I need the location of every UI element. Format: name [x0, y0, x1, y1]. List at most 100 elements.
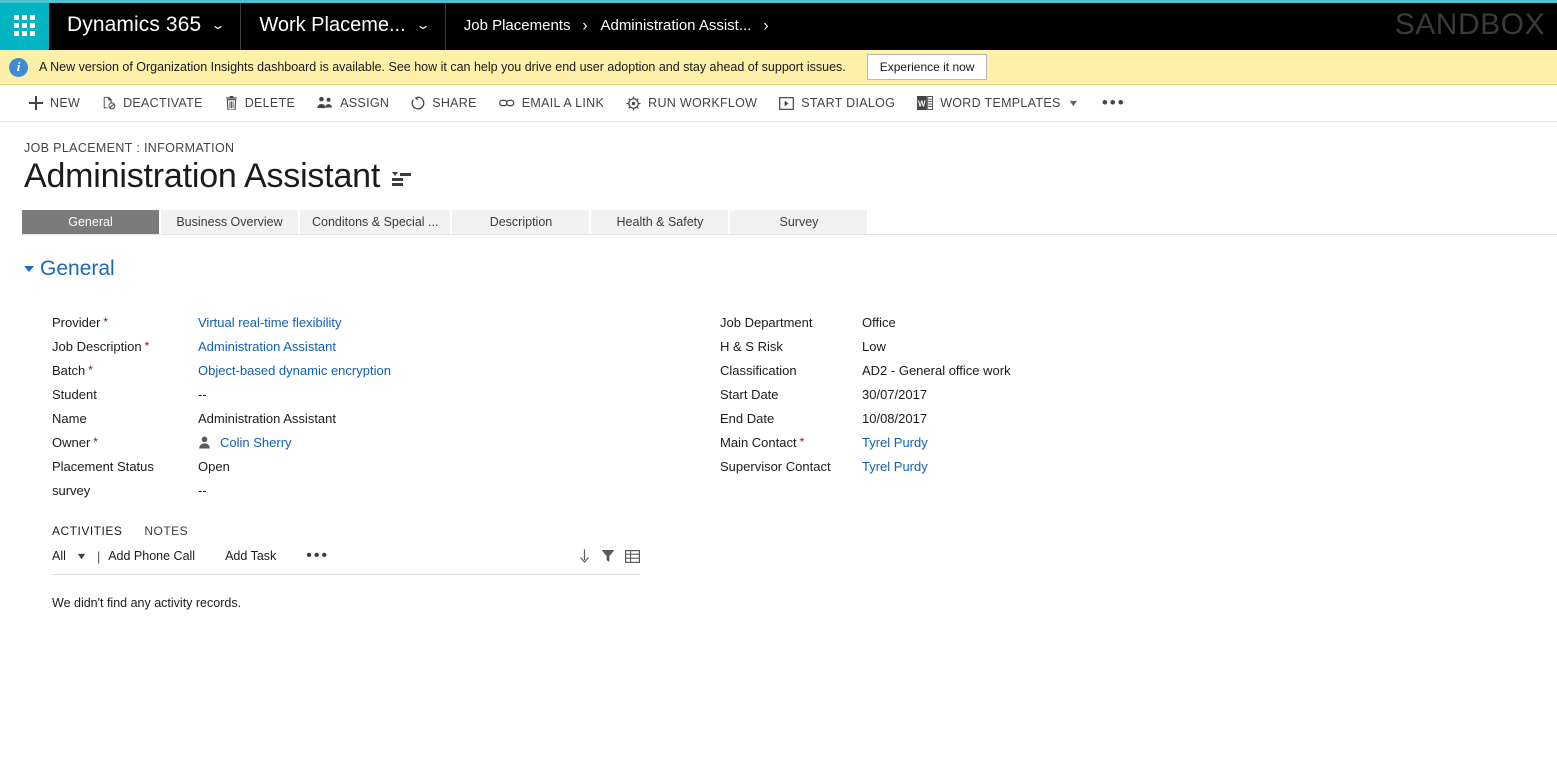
field-provider: Provider* Virtual real-time flexibility: [52, 310, 700, 334]
grid-view-icon[interactable]: [625, 550, 640, 563]
form-column-right: Job Department Office H & S Risk Low Cla…: [700, 310, 1400, 502]
info-icon: i: [9, 58, 28, 77]
sort-down-icon[interactable]: [578, 549, 591, 563]
field-owner-value[interactable]: Colin Sherry: [220, 435, 292, 450]
tab-activities[interactable]: ACTIVITIES: [52, 524, 122, 538]
start-dialog-button-label: START DIALOG: [801, 96, 895, 110]
field-placement-status-value[interactable]: Open: [198, 459, 230, 474]
title-row: Administration Assistant: [24, 158, 1557, 195]
brand-dynamics365[interactable]: Dynamics 365 ⌄: [49, 0, 241, 50]
activities-overflow-button[interactable]: •••: [306, 547, 329, 565]
start-dialog-button[interactable]: START DIALOG: [768, 85, 906, 121]
notification-bar: i A New version of Organization Insights…: [0, 50, 1557, 85]
field-end-date-value[interactable]: 10/08/2017: [862, 411, 927, 426]
field-supervisor-contact: Supervisor Contact Tyrel Purdy: [720, 454, 1400, 478]
field-job-department-label: Job Department: [720, 315, 862, 330]
field-owner-value-wrap: Colin Sherry: [198, 435, 292, 450]
field-student: Student --: [52, 382, 700, 406]
field-owner-label: Owner*: [52, 435, 198, 450]
share-button[interactable]: SHARE: [400, 85, 488, 121]
field-survey-value[interactable]: --: [198, 483, 207, 498]
required-asterisk: *: [800, 436, 805, 448]
assign-button[interactable]: ASSIGN: [306, 85, 400, 121]
form-body: Provider* Virtual real-time flexibility …: [0, 310, 1557, 502]
activities-toolbar: All ▼ | Add Phone Call Add Task •••: [52, 547, 640, 575]
field-batch-label: Batch*: [52, 363, 198, 378]
deactivate-icon: [102, 96, 116, 110]
delete-button[interactable]: DELETE: [214, 85, 306, 121]
tab-health-safety[interactable]: Health & Safety: [591, 210, 730, 234]
record-type-label: JOB PLACEMENT : INFORMATION: [24, 141, 1557, 155]
breadcrumb-item-record[interactable]: Administration Assist...: [600, 17, 751, 34]
topbar-accent-stripe: [0, 0, 1557, 3]
activities-filter-dropdown[interactable]: All ▼: [52, 549, 86, 563]
field-hs-risk-value[interactable]: Low: [862, 339, 886, 354]
field-owner: Owner* Colin Sherry: [52, 430, 700, 454]
environment-watermark: SANDBOX: [1395, 8, 1545, 42]
form-selector-row-bottom: [392, 183, 403, 186]
field-student-value[interactable]: --: [198, 387, 207, 402]
form-column-left: Provider* Virtual real-time flexibility …: [0, 310, 700, 502]
field-main-contact-label: Main Contact*: [720, 435, 862, 450]
email-a-link-button-label: EMAIL A LINK: [522, 96, 604, 110]
required-asterisk: *: [88, 364, 93, 376]
word-templates-button[interactable]: W WORD TEMPLATES ▼: [906, 85, 1089, 121]
activities-toolbar-right: [578, 549, 640, 563]
field-start-date-value[interactable]: 30/07/2017: [862, 387, 927, 402]
field-supervisor-contact-value[interactable]: Tyrel Purdy: [862, 459, 928, 474]
field-job-description-value[interactable]: Administration Assistant: [198, 339, 336, 354]
tab-general[interactable]: General: [22, 210, 161, 234]
deactivate-button[interactable]: DEACTIVATE: [91, 85, 214, 121]
form-tab-strip: General Business Overview Conditons & Sp…: [22, 210, 1557, 235]
experience-it-now-button[interactable]: Experience it now: [867, 54, 988, 80]
activities-filter-value: All: [52, 549, 66, 563]
brand-label: Dynamics 365: [67, 13, 201, 37]
run-workflow-button[interactable]: RUN WORKFLOW: [615, 85, 768, 121]
command-bar: NEW DEACTIVATE DELETE: [0, 85, 1557, 122]
filter-funnel-icon[interactable]: [601, 549, 615, 563]
field-job-department-value[interactable]: Office: [862, 315, 896, 330]
link-icon: [499, 97, 515, 109]
trash-icon: [225, 96, 238, 110]
add-task-button[interactable]: Add Task: [225, 549, 276, 563]
section-header-general[interactable]: General: [24, 257, 1557, 281]
chevron-down-icon: ⌄: [415, 19, 430, 31]
field-end-date: End Date 10/08/2017: [720, 406, 1400, 430]
chevron-down-icon: ▼: [75, 551, 87, 561]
person-icon: [198, 436, 211, 449]
app-selector[interactable]: Work Placeme... ⌄: [241, 0, 445, 50]
breadcrumb: Job Placements › Administration Assist..…: [446, 0, 800, 50]
field-main-contact: Main Contact* Tyrel Purdy: [720, 430, 1400, 454]
field-start-date: Start Date 30/07/2017: [720, 382, 1400, 406]
play-icon: [779, 97, 794, 110]
share-button-label: SHARE: [432, 96, 477, 110]
field-survey: survey --: [52, 478, 700, 502]
chevron-down-icon: ⌄: [211, 19, 226, 31]
field-name-value[interactable]: Administration Assistant: [198, 411, 336, 426]
field-survey-label: survey: [52, 483, 198, 498]
tab-description[interactable]: Description: [452, 210, 591, 234]
command-bar-overflow-button[interactable]: •••: [1089, 93, 1139, 113]
breadcrumb-item-job-placements[interactable]: Job Placements: [464, 17, 571, 34]
add-phone-call-button[interactable]: Add Phone Call: [108, 549, 195, 563]
field-supervisor-contact-label: Supervisor Contact: [720, 459, 862, 474]
field-classification-value[interactable]: AD2 - General office work: [862, 363, 1011, 378]
section-title: General: [40, 257, 115, 281]
field-provider-value[interactable]: Virtual real-time flexibility: [198, 315, 342, 330]
field-main-contact-value[interactable]: Tyrel Purdy: [862, 435, 928, 450]
top-navigation-bar: Dynamics 365 ⌄ Work Placeme... ⌄ Job Pla…: [0, 0, 1557, 50]
assign-button-label: ASSIGN: [340, 96, 389, 110]
field-batch-value[interactable]: Object-based dynamic encryption: [198, 363, 391, 378]
form-selector-icon[interactable]: [392, 172, 411, 186]
tab-notes[interactable]: NOTES: [144, 524, 188, 538]
page-header: JOB PLACEMENT : INFORMATION Administrati…: [0, 122, 1557, 195]
tab-survey[interactable]: Survey: [730, 210, 869, 234]
delete-button-label: DELETE: [245, 96, 295, 110]
app-launcher-button[interactable]: [0, 0, 49, 50]
new-button[interactable]: NEW: [18, 85, 91, 121]
svg-text:W: W: [918, 99, 926, 108]
email-a-link-button[interactable]: EMAIL A LINK: [488, 85, 615, 121]
tab-conditions-special[interactable]: Conditons & Special ...: [300, 210, 452, 234]
tab-business-overview[interactable]: Business Overview: [161, 210, 300, 234]
page-title: Administration Assistant: [24, 158, 380, 195]
